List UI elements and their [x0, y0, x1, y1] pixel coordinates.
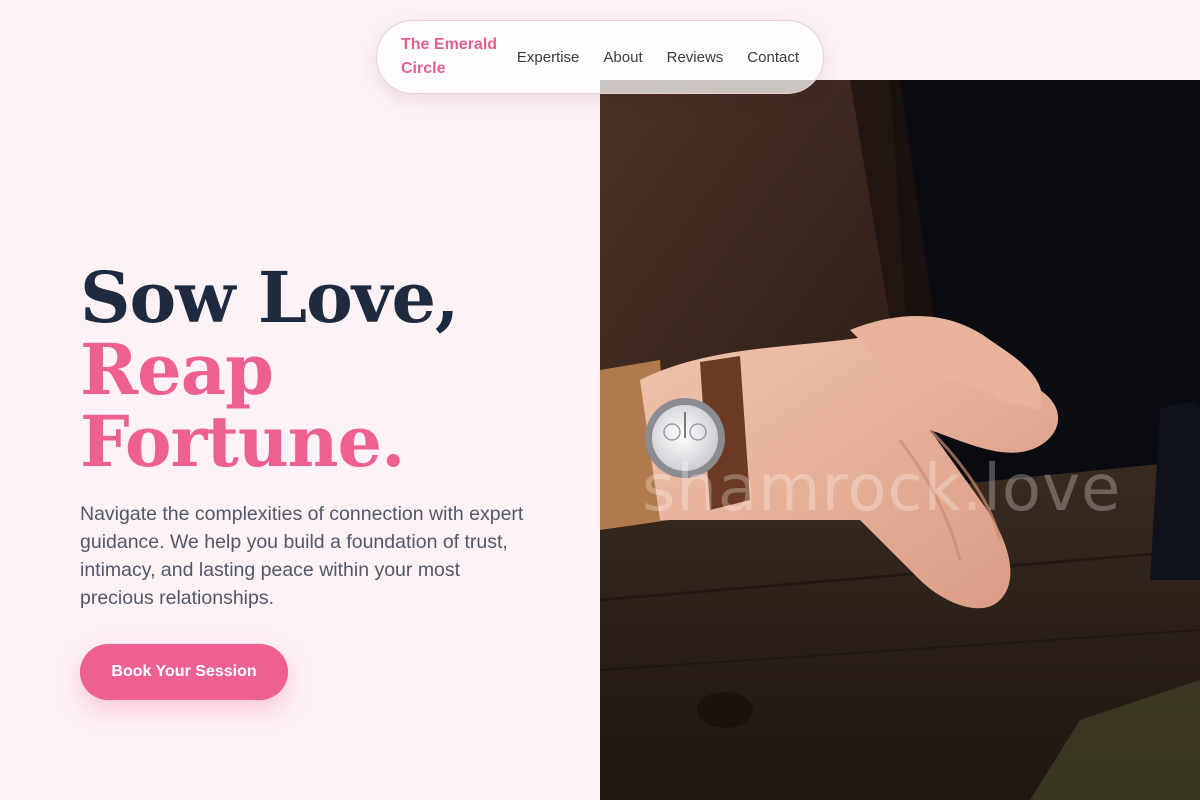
hero-title-line3: Fortune.	[80, 400, 405, 483]
book-session-button[interactable]: Book Your Session	[80, 644, 288, 700]
nav-link-reviews[interactable]: Reviews	[667, 49, 724, 66]
hero-title: Sow Love, Reap Fortune.	[80, 256, 459, 483]
hands-photo-illustration	[600, 80, 1200, 800]
nav-link-expertise[interactable]: Expertise	[517, 49, 580, 66]
hero-title-line1: Sow Love,	[80, 256, 459, 339]
photo-watermark: shamrock.love	[642, 452, 1122, 526]
hero-photo: shamrock.love	[600, 80, 1200, 800]
hero-description: Navigate the complexities of connection …	[80, 503, 524, 609]
hero-title-line2: Reap	[80, 328, 274, 411]
nav-link-contact[interactable]: Contact	[747, 49, 799, 66]
nav-links: Expertise About Reviews Contact	[517, 49, 799, 66]
brand-logo[interactable]: The Emerald Circle	[401, 33, 509, 81]
nav-bar: The Emerald Circle Expertise About Revie…	[376, 20, 824, 94]
nav-link-about[interactable]: About	[603, 49, 642, 66]
